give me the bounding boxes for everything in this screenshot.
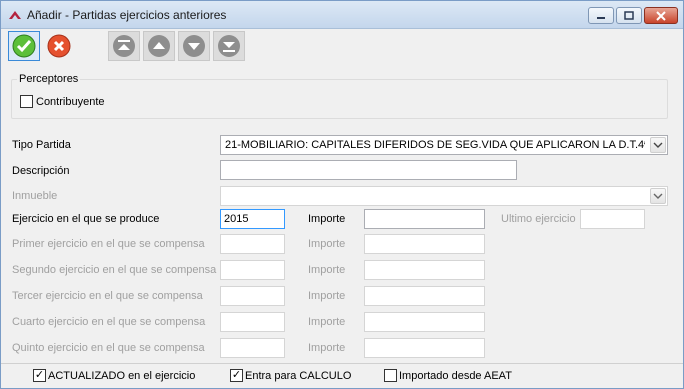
window-title: Añadir - Partidas ejercicios anteriores	[27, 8, 227, 22]
toolbar	[1, 29, 683, 63]
aeat-label: Importado desde AEAT	[399, 370, 512, 382]
close-icon	[656, 10, 666, 21]
quinto-importe-input[interactable]	[364, 338, 485, 358]
ultimo-ejercicio-input[interactable]	[580, 209, 645, 229]
tipo-partida-label: Tipo Partida	[12, 139, 71, 151]
quinto-ejercicio-label: Quinto ejercicio en el que se compensa	[12, 342, 205, 354]
ultimo-ejercicio-label: Ultimo ejercicio	[501, 213, 576, 225]
importe-label: Importe	[308, 213, 346, 225]
importe-input[interactable]	[364, 209, 485, 229]
descripcion-label: Descripción	[12, 165, 70, 177]
actualizado-label: ACTUALIZADO en el ejercicio	[48, 370, 196, 382]
segundo-ejercicio-input[interactable]	[220, 260, 285, 280]
checkmark-icon: ✓	[231, 369, 242, 381]
segundo-importe-input[interactable]	[364, 260, 485, 280]
first-record-button[interactable]	[108, 31, 140, 61]
ejercicio-label: Ejercicio en el que se produce	[12, 213, 160, 225]
next-record-button[interactable]	[178, 31, 210, 61]
inmueble-dropdown-button[interactable]	[650, 188, 666, 204]
calculo-label: Entra para CALCULO	[245, 370, 352, 382]
app-logo-icon	[9, 11, 21, 19]
primer-ejercicio-input[interactable]	[220, 234, 285, 254]
check-icon	[12, 34, 36, 58]
minimize-icon	[597, 16, 605, 19]
perceptores-group-title: Perceptores	[17, 73, 81, 85]
checkmark-icon: ✓	[34, 369, 45, 381]
actualizado-checkbox[interactable]: ✓	[33, 369, 46, 382]
quinto-importe-label: Importe	[308, 342, 346, 354]
segundo-ejercicio-label: Segundo ejercicio en el que se compensa	[12, 264, 217, 276]
quinto-ejercicio-input[interactable]	[220, 338, 285, 358]
ejercicio-input[interactable]: 2015	[220, 209, 285, 229]
last-record-icon	[218, 35, 240, 57]
first-record-icon	[113, 35, 135, 57]
tipo-partida-value: 21-MOBILIARIO: CAPITALES DIFERIDOS DE SE…	[225, 139, 645, 151]
segundo-importe-label: Importe	[308, 264, 346, 276]
descripcion-input[interactable]	[220, 160, 517, 180]
tercer-ejercicio-label: Tercer ejercicio en el que se compensa	[12, 290, 203, 302]
cancel-button[interactable]	[43, 31, 75, 61]
chevron-down-icon	[653, 193, 663, 199]
previous-record-button[interactable]	[143, 31, 175, 61]
dialog-window: Añadir - Partidas ejercicios anteriores	[0, 0, 684, 389]
footer-divider	[1, 363, 683, 364]
primer-ejercicio-label: Primer ejercicio en el que se compensa	[12, 238, 205, 250]
cuarto-importe-label: Importe	[308, 316, 346, 328]
title-bar: Añadir - Partidas ejercicios anteriores	[1, 1, 683, 29]
previous-record-icon	[148, 35, 170, 57]
aeat-checkbox[interactable]	[384, 369, 397, 382]
inmueble-label: Inmueble	[12, 190, 58, 202]
tercer-ejercicio-input[interactable]	[220, 286, 285, 306]
contribuyente-label: Contribuyente	[36, 96, 105, 108]
tipo-partida-dropdown-button[interactable]	[650, 137, 666, 153]
maximize-icon	[624, 11, 634, 20]
next-record-icon	[183, 35, 205, 57]
cuarto-ejercicio-input[interactable]	[220, 312, 285, 332]
cuarto-importe-input[interactable]	[364, 312, 485, 332]
close-button[interactable]	[644, 7, 678, 24]
cancel-icon	[47, 34, 71, 58]
inmueble-select[interactable]	[220, 186, 668, 206]
minimize-button[interactable]	[588, 7, 614, 24]
calculo-checkbox[interactable]: ✓	[230, 369, 243, 382]
tipo-partida-select[interactable]: 21-MOBILIARIO: CAPITALES DIFERIDOS DE SE…	[220, 135, 668, 155]
tercer-importe-label: Importe	[308, 290, 346, 302]
maximize-button[interactable]	[616, 7, 642, 24]
primer-importe-label: Importe	[308, 238, 346, 250]
chevron-down-icon	[653, 142, 663, 148]
contribuyente-checkbox[interactable]	[20, 95, 33, 108]
tercer-importe-input[interactable]	[364, 286, 485, 306]
perceptores-group	[11, 79, 668, 119]
last-record-button[interactable]	[213, 31, 245, 61]
accept-button[interactable]	[8, 31, 40, 61]
primer-importe-input[interactable]	[364, 234, 485, 254]
cuarto-ejercicio-label: Cuarto ejercicio en el que se compensa	[12, 316, 206, 328]
